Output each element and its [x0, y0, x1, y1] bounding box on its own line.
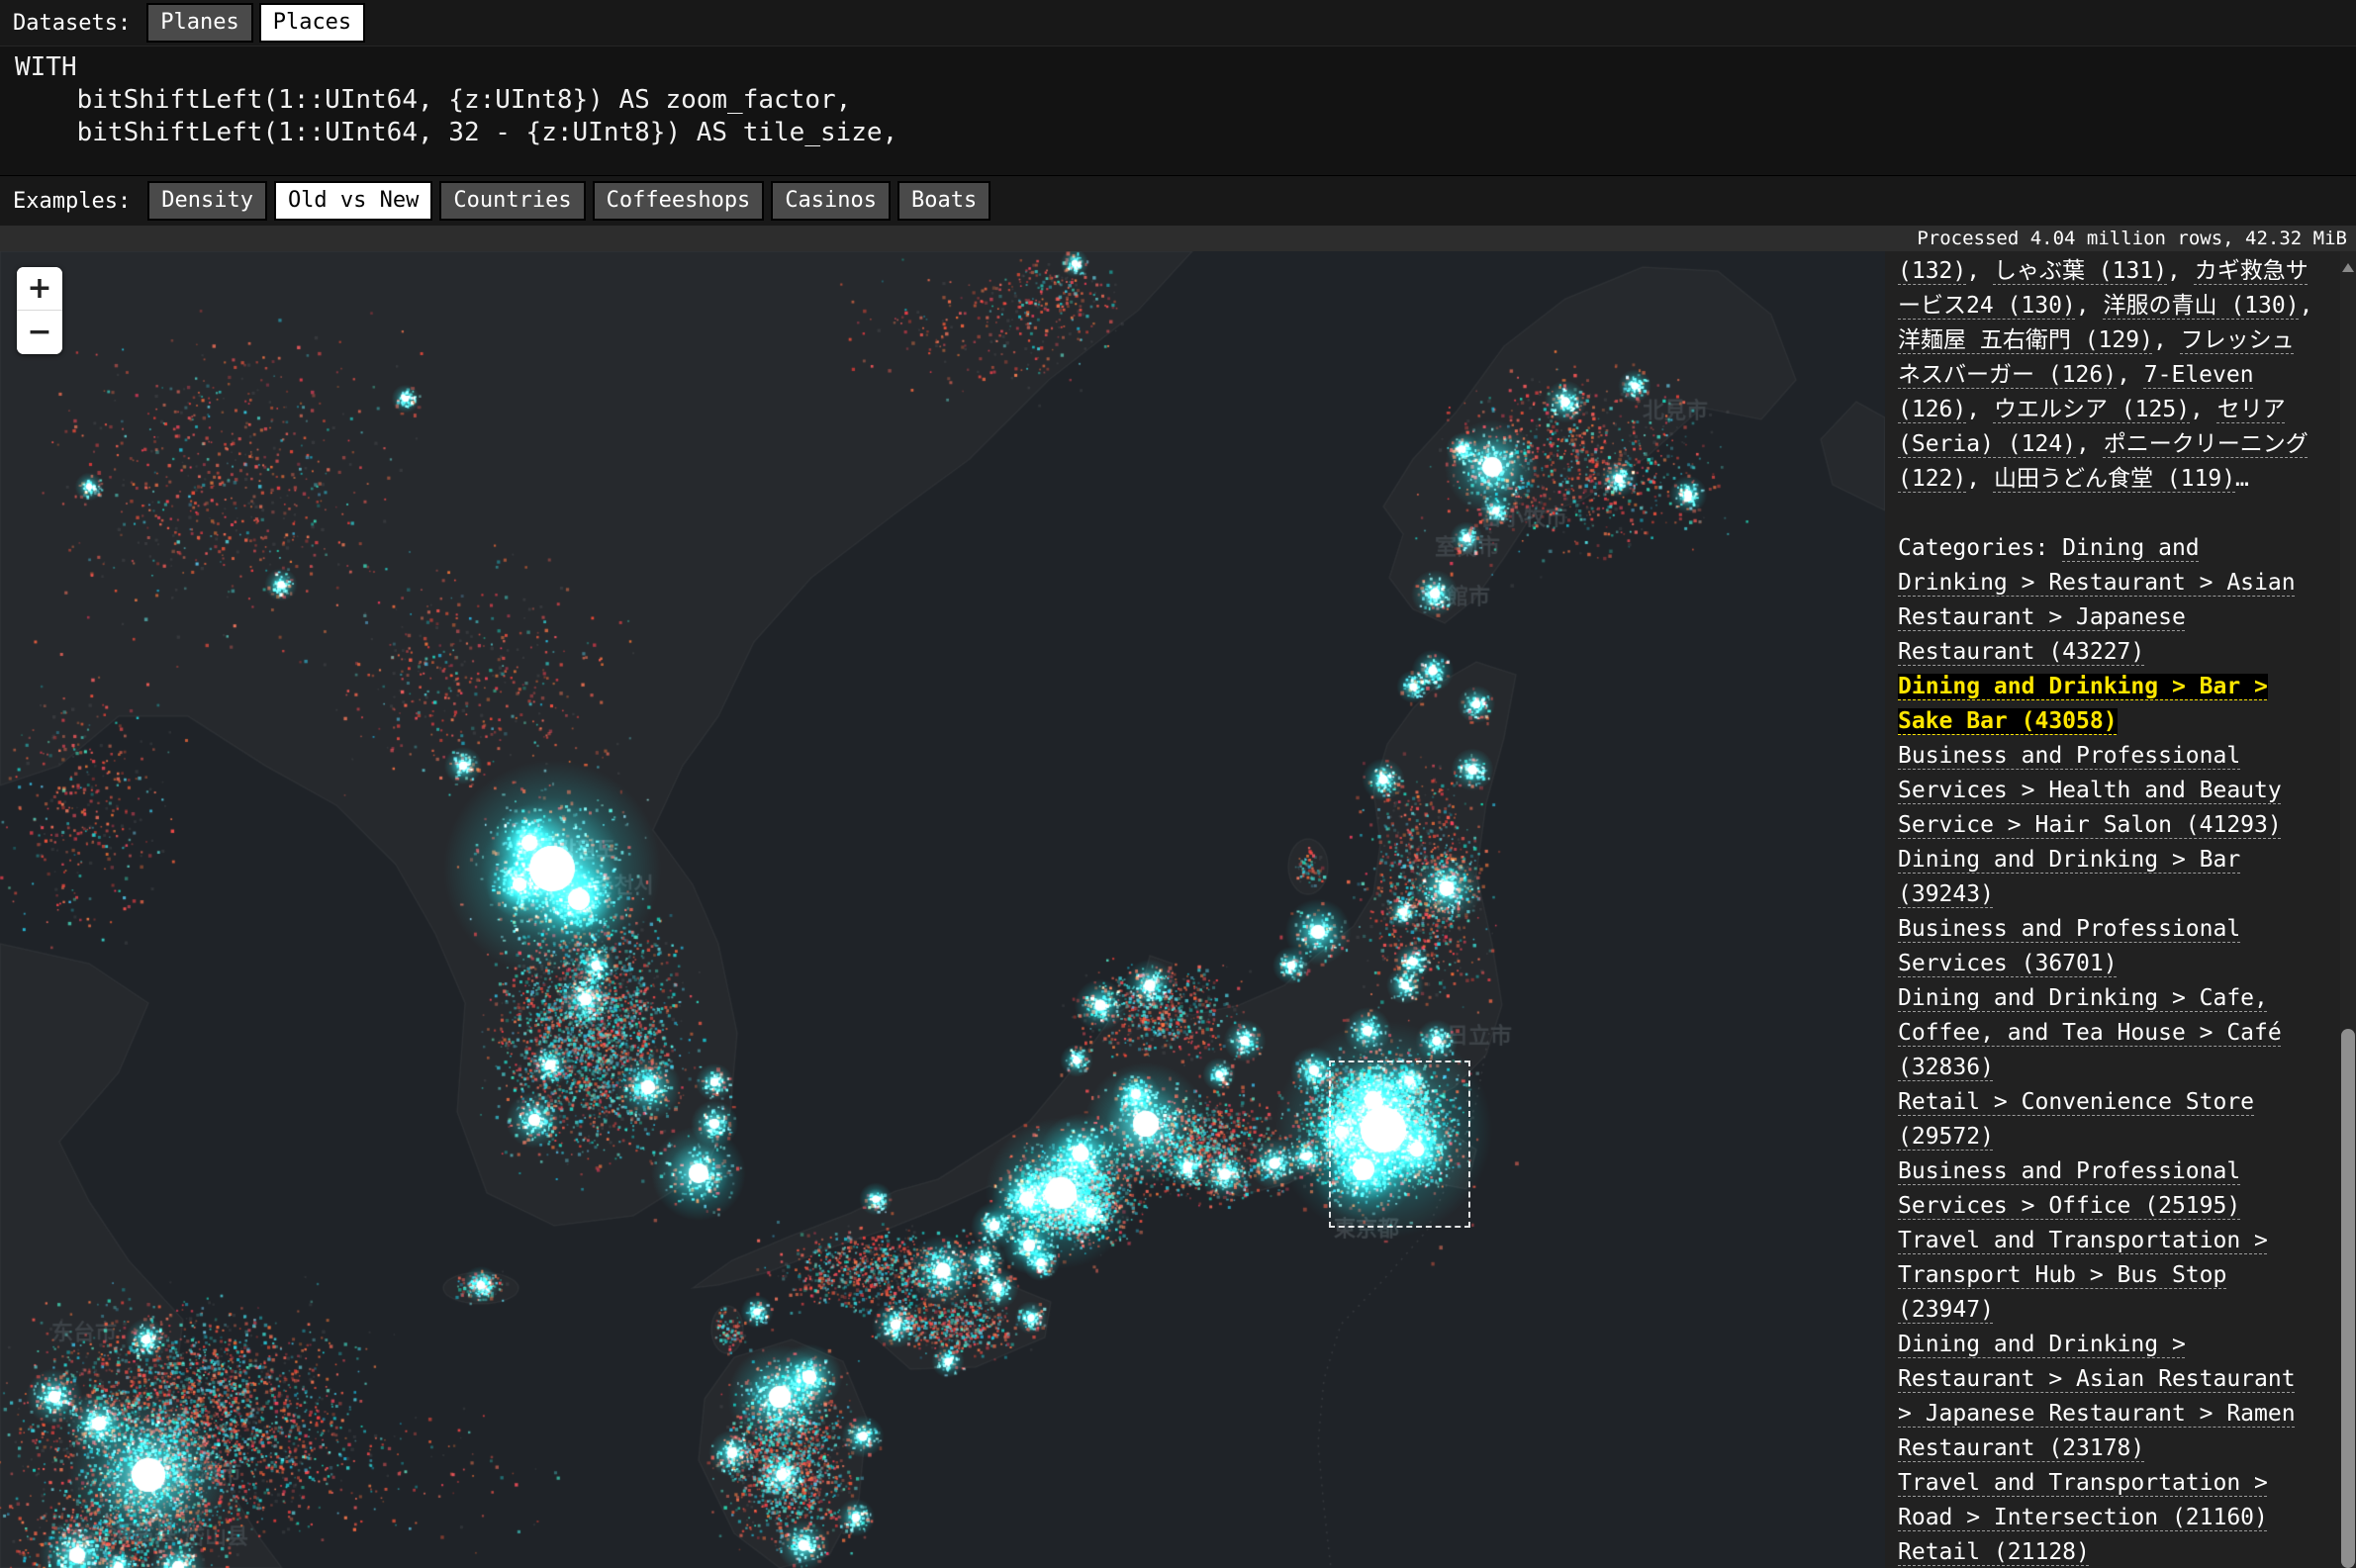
- zoom-out-button[interactable]: −: [17, 311, 62, 354]
- sql-line-1: WITH: [15, 51, 2356, 84]
- main-area: + − (132), しゃぶ葉 (131), カギ救急サービス24 (130),…: [0, 251, 2356, 1568]
- category-item[interactable]: Dining and Drinking > Restaurant > Asian…: [1898, 1332, 2296, 1461]
- sql-line-2: bitShiftLeft(1::UInt64, {z:UInt8}) AS zo…: [15, 84, 2356, 117]
- category-item[interactable]: Retail > Convenience Store (29572): [1898, 1089, 2254, 1150]
- example-button-casinos[interactable]: Casinos: [771, 181, 891, 221]
- brand-item[interactable]: 山田うどん食堂 (119): [1994, 466, 2235, 492]
- brand-item[interactable]: しゃぶ葉 (131): [1994, 258, 2167, 284]
- brand-item[interactable]: ウエルシア (125): [1994, 397, 2190, 422]
- example-button-old-vs-new[interactable]: Old vs New: [274, 181, 432, 221]
- category-item[interactable]: Retail (21128): [1898, 1539, 2090, 1565]
- example-button-density[interactable]: Density: [147, 181, 267, 221]
- scroll-thumb[interactable]: [2341, 1029, 2355, 1568]
- category-item[interactable]: Business and Professional Services > Off…: [1898, 1158, 2240, 1219]
- map-zoom-control: + −: [17, 267, 62, 354]
- category-item[interactable]: Dining and Drinking > Bar (39243): [1898, 847, 2240, 907]
- category-item[interactable]: Business and Professional Services > Hea…: [1898, 743, 2282, 838]
- category-item[interactable]: Business and Professional Services (3670…: [1898, 916, 2240, 976]
- category-item[interactable]: Dining and Drinking > Cafe, Coffee, and …: [1898, 985, 2282, 1080]
- brand-item[interactable]: (132): [1898, 258, 1966, 284]
- scroll-up-arrow[interactable]: [2342, 263, 2354, 272]
- sql-editor[interactable]: WITH bitShiftLeft(1::UInt64, {z:UInt8}) …: [0, 46, 2356, 176]
- category-item[interactable]: Travel and Transportation > Road > Inter…: [1898, 1470, 2268, 1530]
- status-bar: Processed 4.04 million rows, 42.32 MiB: [0, 226, 2356, 251]
- brand-item[interactable]: 洋麺屋 五右衛門 (129): [1898, 327, 2153, 353]
- sidebar-brands: (132), しゃぶ葉 (131), カギ救急サービス24 (130), 洋服の…: [1898, 254, 2316, 497]
- example-button-boats[interactable]: Boats: [897, 181, 990, 221]
- sidebar[interactable]: (132), しゃぶ葉 (131), カギ救急サービス24 (130), 洋服の…: [1885, 251, 2340, 1568]
- dataset-button-places[interactable]: Places: [259, 3, 365, 43]
- brand-item[interactable]: 洋服の青山 (130): [2103, 293, 2299, 319]
- selection-box[interactable]: [1329, 1061, 1470, 1228]
- sql-line-3: bitShiftLeft(1::UInt64, 32 - {z:UInt8}) …: [15, 117, 2356, 149]
- examples-label: Examples:: [13, 189, 131, 214]
- datasets-bar: Datasets: Planes Places: [0, 0, 2356, 46]
- datasets-label: Datasets:: [13, 11, 131, 36]
- app-root: Datasets: Planes Places WITH bitShiftLef…: [0, 0, 2356, 1568]
- sidebar-categories: Categories: Dining and Drinking > Restau…: [1898, 531, 2316, 1568]
- status-text: Processed 4.04 million rows, 42.32 MiB: [1917, 228, 2347, 249]
- dataset-button-planes[interactable]: Planes: [146, 3, 252, 43]
- categories-label: Categories:: [1898, 535, 2062, 561]
- map-canvas[interactable]: [0, 251, 1885, 1568]
- category-item[interactable]: Travel and Transportation > Transport Hu…: [1898, 1228, 2268, 1323]
- examples-bar: Examples: Density Old vs New Countries C…: [0, 176, 2356, 226]
- map[interactable]: + −: [0, 251, 1885, 1568]
- zoom-in-button[interactable]: +: [17, 267, 62, 311]
- sidebar-scrollbar[interactable]: [2340, 251, 2356, 1568]
- category-item-highlighted[interactable]: Dining and Drinking > Bar > Sake Bar (43…: [1898, 674, 2268, 734]
- example-button-coffeeshops[interactable]: Coffeeshops: [593, 181, 765, 221]
- example-button-countries[interactable]: Countries: [439, 181, 585, 221]
